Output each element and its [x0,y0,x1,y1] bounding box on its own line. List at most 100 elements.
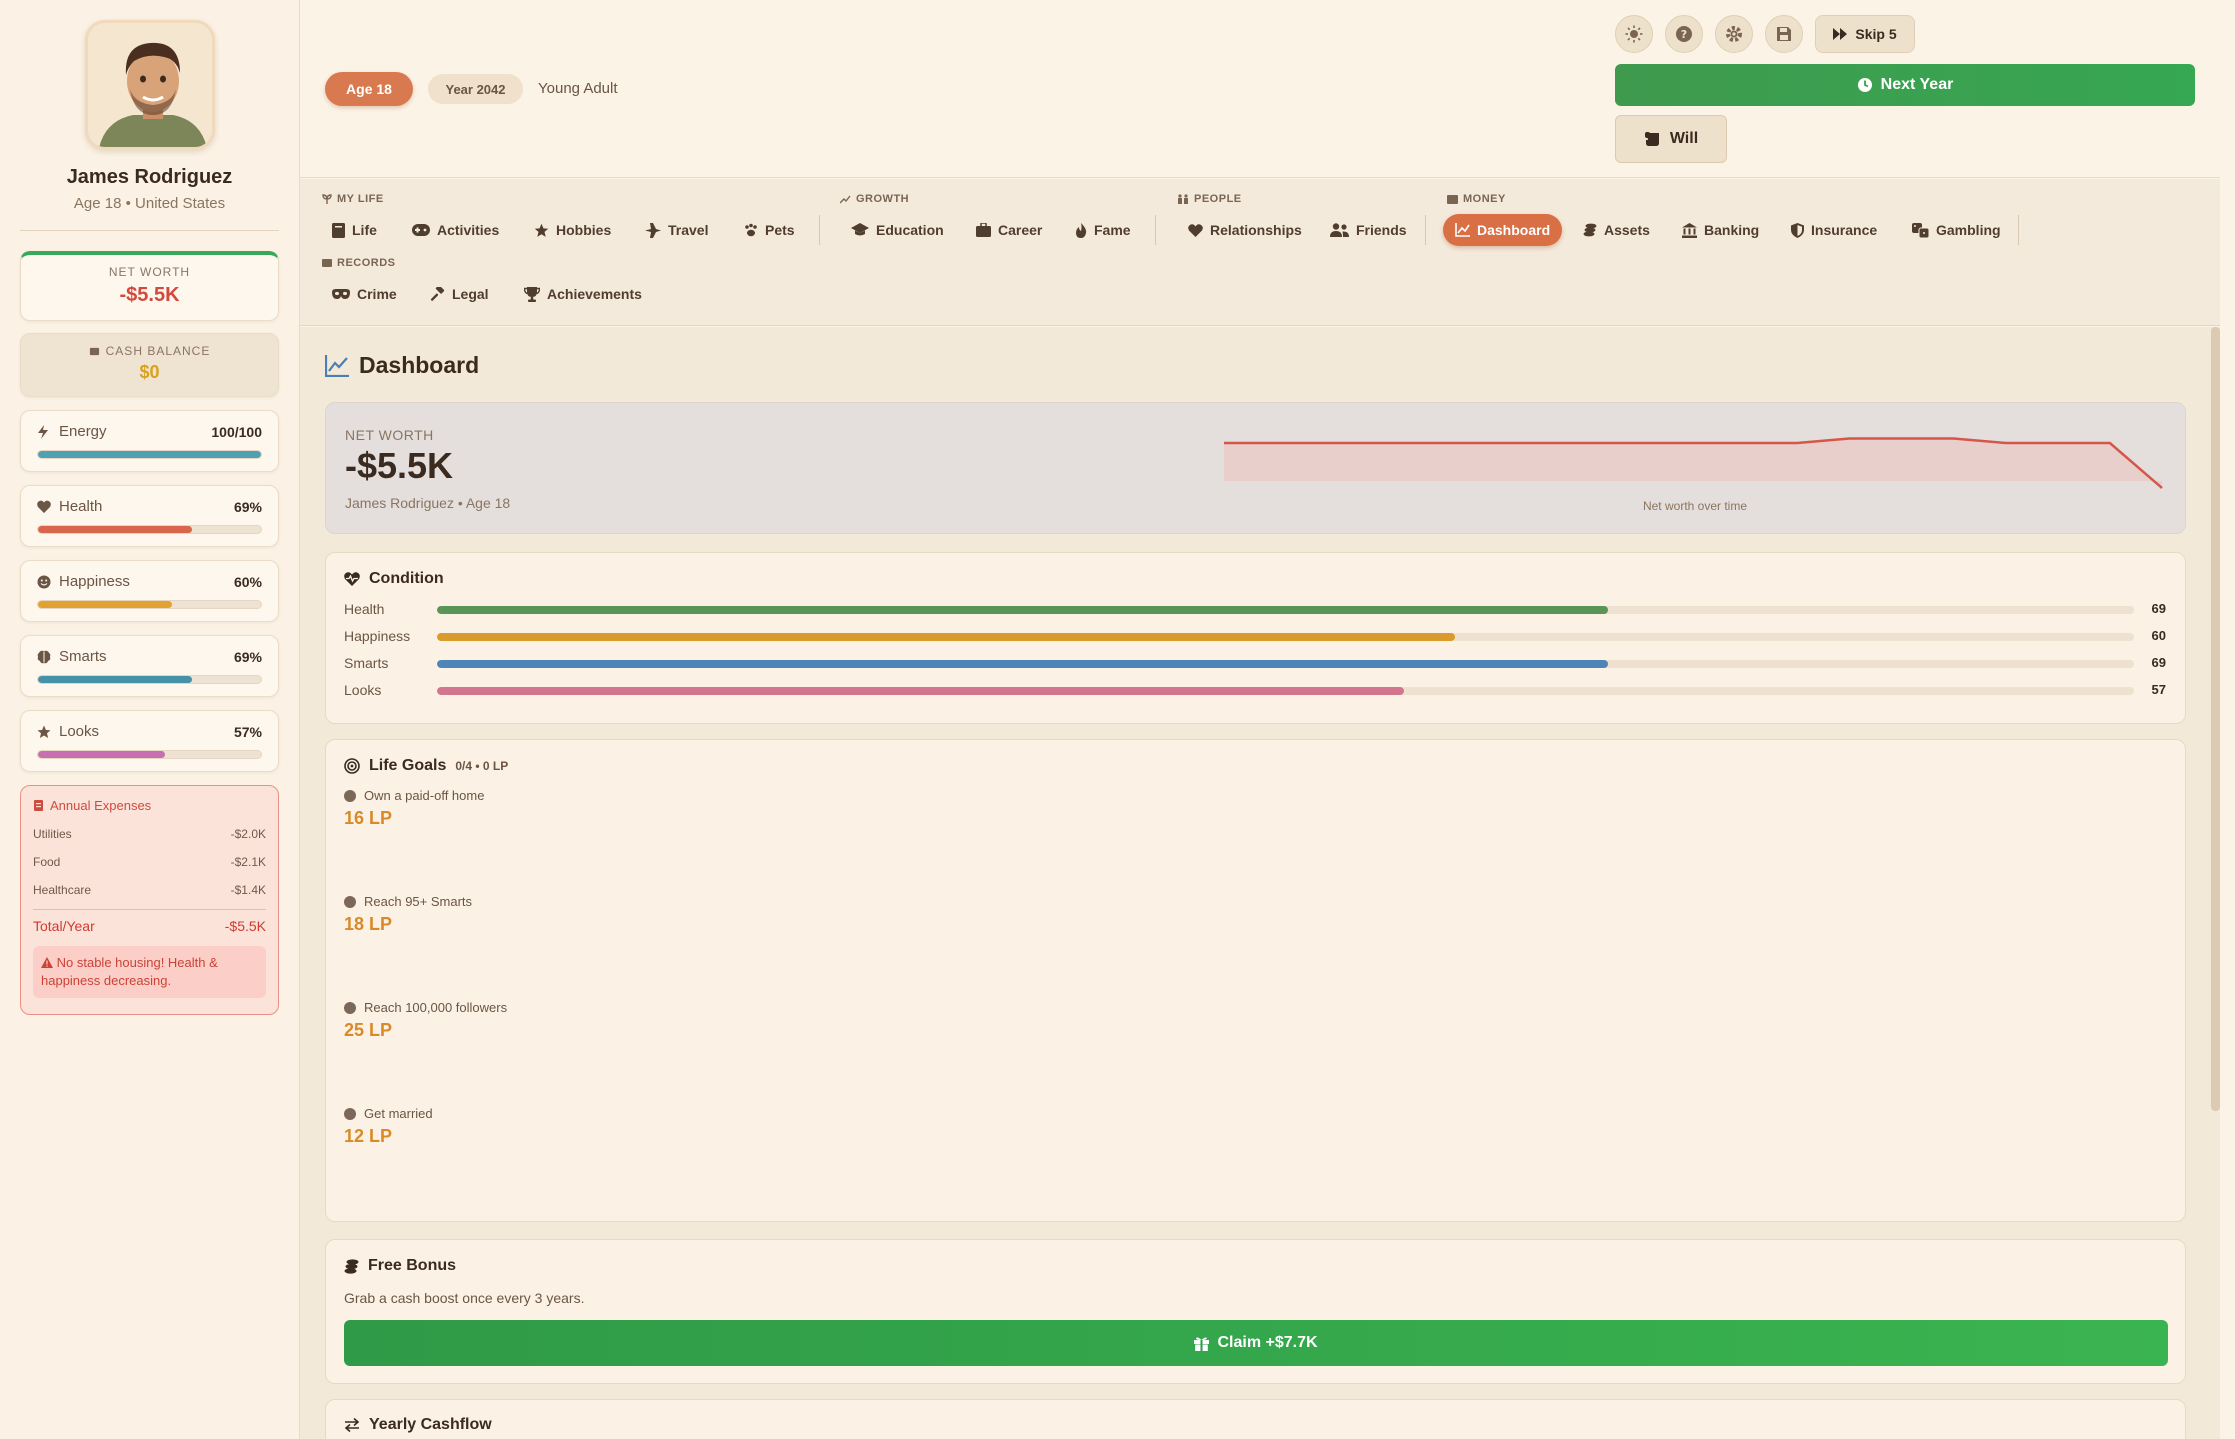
nav-activities[interactable]: Activities [400,214,511,246]
expense-total-row: Total/Year -$5.5K [33,909,266,934]
book-icon [332,222,345,238]
gift-icon [1194,1337,1210,1351]
mask-icon [332,289,350,299]
trophy-icon [524,286,540,302]
goal-name: Reach 100,000 followers [364,1000,508,1015]
net-worth-value: -$5.5K [345,445,454,486]
stat-bar-track [37,675,262,684]
cash-balance-card: CASH BALANCE $0 [20,333,279,397]
expense-label: Food [33,855,61,869]
claim-bonus-button[interactable]: Claim +$7.7K [344,1320,2168,1366]
star-icon [37,725,51,738]
star-icon [534,223,549,237]
condition-bar-track [437,606,2134,614]
nav-friends[interactable]: Friends [1318,214,1419,246]
will-button[interactable]: Will [1615,115,1727,163]
free-bonus-description: Grab a cash boost once every 3 years. [344,1290,585,1306]
goal-status-dot [344,1107,356,1120]
condition-bar-fill [437,687,1405,695]
nav-relationships[interactable]: Relationships [1176,214,1314,246]
condition-value: 69 [2151,601,2166,616]
nav-insurance[interactable]: Insurance [1779,214,1889,246]
airplane-icon [645,222,661,238]
dice-icon [1912,222,1929,238]
player-subtitle: Age 18 • United States [73,195,226,212]
net-worth-subtitle: James Rodriguez • Age 18 [345,495,511,511]
goal-status-dot [344,1001,356,1014]
nav-group-growth: GROWTH [840,193,909,205]
net-worth-panel: NET WORTH -$5.5K James Rodriguez • Age 1… [325,402,2186,534]
brain-icon [37,650,51,663]
trend-up-icon [840,195,851,203]
nav-gambling[interactable]: Gambling [1900,214,2013,246]
target-icon [344,758,360,774]
settings-button[interactable] [1715,15,1753,53]
life-goals-panel: Life Goals 0/4 • 0 LP Own a paid-off hom… [325,739,2186,1222]
nav-pets[interactable]: Pets [732,214,807,246]
nav-career[interactable]: Career [964,214,1054,246]
life-goal: Reach 95+ Smarts 18 LP [344,894,472,935]
heart-icon [1188,223,1203,237]
nav-crime[interactable]: Crime [320,278,409,310]
expense-value: -$2.0K [230,827,266,841]
save-button[interactable] [1765,15,1803,53]
cash-balance-label: CASH BALANCE [105,344,211,358]
nav-dashboard[interactable]: Dashboard [1443,214,1563,246]
stat-value: 69% [233,498,262,515]
nav-fame[interactable]: Fame [1063,214,1143,246]
help-button[interactable]: ? [1665,15,1703,53]
stat-bar-fill [38,751,166,758]
flame-icon [1076,222,1087,238]
nav-assets[interactable]: Assets [1571,214,1662,246]
top-bar: Age 18 Year 2042 Young Adult ? Skip 5 Ne… [300,0,2220,178]
wallet-icon [89,347,99,355]
housing-warning: No stable housing! Health & happiness de… [33,946,266,998]
condition-value: 69 [2151,655,2166,670]
nav-legal[interactable]: Legal [418,278,501,310]
nav-banking[interactable]: Banking [1670,214,1771,246]
yearly-cashflow-panel: Yearly Cashflow [325,1399,2186,1439]
expense-row: Utilities -$2.0K [33,827,266,841]
stat-value: 60% [233,573,262,590]
condition-row-looks: Looks 57 [344,682,2166,700]
nav-life[interactable]: Life [320,214,389,246]
nav-education[interactable]: Education [839,214,956,246]
condition-name: Health [344,601,385,617]
skip-label: Skip 5 [1855,26,1897,42]
fast-forward-icon [1833,28,1848,40]
theme-button[interactable] [1615,15,1653,53]
nav-separator [819,215,820,245]
stat-bar-track [37,750,262,759]
nav-achievements[interactable]: Achievements [512,278,654,310]
life-stage: Young Adult [538,80,618,97]
player-name: James Rodriguez [66,166,233,188]
condition-row-smarts: Smarts 69 [344,655,2166,673]
net-worth-label: NET WORTH [108,265,191,279]
condition-title: Condition [344,570,444,588]
condition-panel: Condition Health 69 Happiness 60 Smarts 69 Loo… [325,552,2186,724]
stat-name: Happiness [59,573,130,590]
nav-travel[interactable]: Travel [633,214,720,246]
expense-row: Food -$2.1K [33,855,266,869]
expense-value: -$1.4K [230,883,266,897]
life-goals-title: Life Goals 0/4 • 0 LP [344,757,508,775]
condition-bar-fill [437,606,1608,614]
cash-balance-value: $0 [139,362,160,382]
next-year-button[interactable]: Next Year [1615,64,2195,106]
coins-icon [344,1258,359,1274]
skip-5-button[interactable]: Skip 5 [1815,15,1915,53]
net-worth-chart [1224,437,2163,489]
next-year-label: Next Year [1880,76,1954,93]
scrollbar[interactable] [2211,327,2220,1111]
nav-hobbies[interactable]: Hobbies [522,214,623,246]
annual-expenses-card: Annual Expenses Utilities -$2.0K Food -$… [20,785,279,1015]
nav-separator [1155,215,1156,245]
stat-bar-track [37,600,262,609]
receipt-icon [34,800,43,811]
stat-bar-fill [38,676,192,683]
goal-name: Own a paid-off home [364,788,485,803]
expense-label: Healthcare [33,883,92,897]
sun-icon [1625,25,1643,43]
sidebar: James Rodriguez Age 18 • United States N… [0,0,300,1439]
stat-value: 57% [233,723,262,740]
